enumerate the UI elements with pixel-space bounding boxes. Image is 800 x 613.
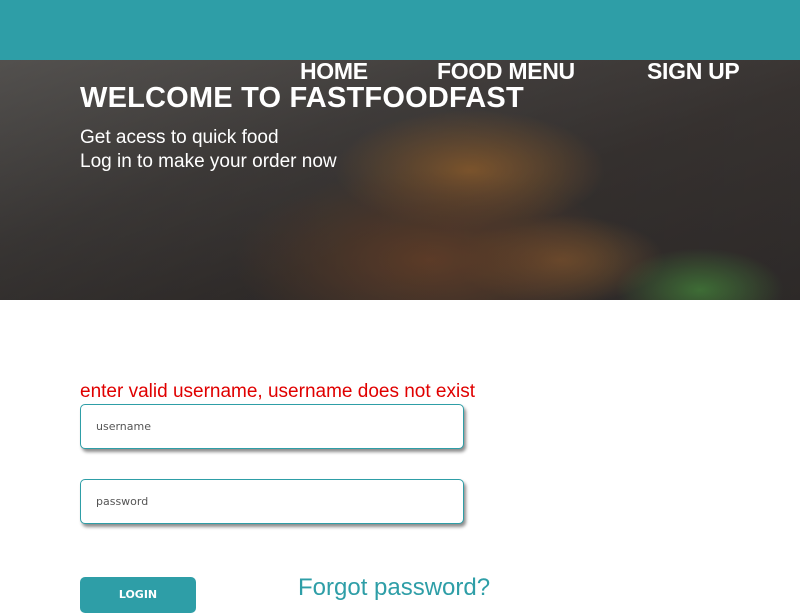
login-button[interactable]: LOGIN — [80, 577, 196, 613]
nav-home-link[interactable]: HOME — [300, 58, 368, 85]
main-nav: HOME FOOD MENU SIGN UP — [0, 58, 800, 84]
top-bar — [0, 0, 800, 60]
password-input[interactable] — [80, 479, 464, 524]
nav-sign-up-link[interactable]: SIGN UP — [647, 58, 740, 85]
hero-subtitle-line-2: Log in to make your order now — [80, 151, 337, 172]
nav-food-menu-link[interactable]: FOOD MENU — [437, 58, 575, 85]
welcome-title: WELCOME TO FASTFOODFAST — [80, 82, 524, 114]
error-message: enter valid username, username does not … — [80, 381, 475, 402]
username-input[interactable] — [80, 404, 464, 449]
forgot-password-link[interactable]: Forgot password? — [298, 574, 490, 602]
hero-subtitle-line-1: Get acess to quick food — [80, 127, 279, 148]
